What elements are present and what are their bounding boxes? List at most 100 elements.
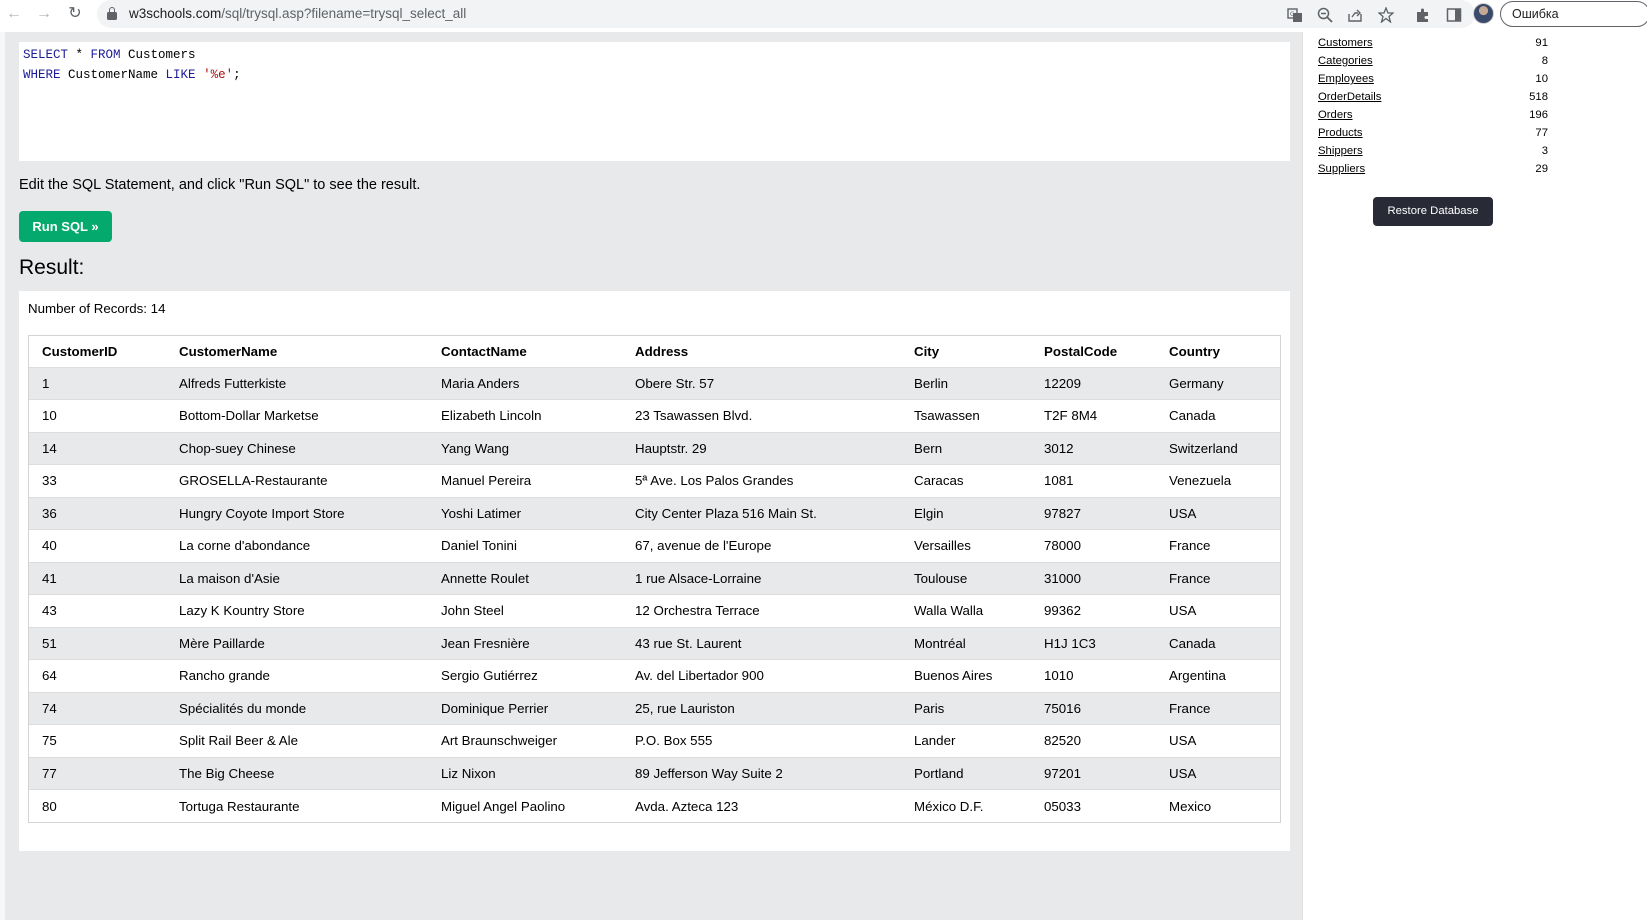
record-count-value: 10 bbox=[1535, 73, 1548, 85]
sidebar-item-shippers: Shippers 3 bbox=[1318, 144, 1548, 162]
url-domain: w3schools.com bbox=[129, 6, 222, 21]
translate-icon[interactable]: G bbox=[1284, 4, 1305, 25]
table-row: 75 Split Rail Beer & Ale Art Braunschweige… bbox=[29, 724, 1280, 757]
table-cell: 41 bbox=[29, 561, 166, 595]
table-cell: Sergio Gutiérrez bbox=[428, 659, 622, 692]
table-cell: 1081 bbox=[1031, 464, 1156, 497]
reload-icon[interactable]: ↻ bbox=[65, 4, 85, 24]
table-cell: Dominique Perrier bbox=[428, 691, 622, 725]
table-cell: 43 bbox=[29, 594, 166, 627]
table-row: 51 Mère Paillarde Jean Fresnière 43 rue St.… bbox=[29, 626, 1280, 660]
table-cell: Annette Roulet bbox=[428, 561, 622, 595]
profile-avatar[interactable] bbox=[1473, 3, 1494, 24]
table-cell: Rancho grande bbox=[166, 659, 428, 692]
table-cell: Paris bbox=[901, 691, 1031, 725]
table-cell: 80 bbox=[29, 789, 166, 822]
table-cell: The Big Cheese bbox=[166, 756, 428, 790]
browser-toolbar: ← → ↻ w3schools.com/sql/trysql.asp?filen… bbox=[0, 0, 1647, 28]
main-panel: SELECT * FROM Customers WHERE CustomerNa… bbox=[5, 32, 1302, 920]
table-row: 74 Spécialités du monde Dominique Perrier 2… bbox=[29, 691, 1280, 725]
table-cell: 25, rue Lauriston bbox=[622, 691, 901, 725]
table-cell: México D.F. bbox=[901, 789, 1031, 822]
table-cell: Argentina bbox=[1156, 659, 1280, 692]
profile-error-button[interactable]: Ошибка bbox=[1500, 1, 1647, 27]
lock-icon[interactable] bbox=[107, 7, 117, 20]
table-cell: 23 Tsawassen Blvd. bbox=[622, 399, 901, 432]
sidebar-item-orderdetails: OrderDetails 518 bbox=[1318, 90, 1548, 108]
table-cell: Montréal bbox=[901, 626, 1031, 660]
forward-arrow-icon[interactable]: → bbox=[34, 4, 54, 24]
table-cell: Art Braunschweiger bbox=[428, 724, 622, 757]
instruction-text: Edit the SQL Statement, and click "Run S… bbox=[19, 177, 421, 193]
table-cell: City Center Plaza 516 Main St. bbox=[622, 496, 901, 530]
table-cell: Spécialités du monde bbox=[166, 691, 428, 725]
table-name-link[interactable]: Products bbox=[1318, 127, 1363, 139]
sql-editor[interactable]: SELECT * FROM Customers WHERE CustomerNa… bbox=[19, 42, 1290, 161]
table-cell: Versailles bbox=[901, 529, 1031, 562]
table-cell: Toulouse bbox=[901, 561, 1031, 595]
svg-text:G: G bbox=[1290, 11, 1295, 18]
sql-code[interactable]: SELECT * FROM Customers WHERE CustomerNa… bbox=[23, 46, 241, 85]
table-cell: Alfreds Futterkiste bbox=[166, 366, 428, 400]
table-row: 33 GROSELLA-Restaurante Manuel Pereira 5ª A… bbox=[29, 464, 1280, 497]
table-name-link[interactable]: Suppliers bbox=[1318, 163, 1365, 175]
zoom-out-icon[interactable] bbox=[1314, 4, 1335, 25]
extensions-puzzle-icon[interactable] bbox=[1412, 4, 1433, 25]
table-cell: Chop-suey Chinese bbox=[166, 431, 428, 465]
column-header: CustomerID bbox=[42, 343, 118, 359]
table-cell: Mère Paillarde bbox=[166, 626, 428, 660]
share-icon[interactable] bbox=[1344, 4, 1365, 25]
table-cell: Mexico bbox=[1156, 789, 1280, 822]
table-cell: Yoshi Latimer bbox=[428, 496, 622, 530]
table-name-link[interactable]: OrderDetails bbox=[1318, 91, 1381, 103]
back-arrow-icon[interactable]: ← bbox=[4, 4, 24, 24]
bookmark-star-icon[interactable] bbox=[1375, 4, 1396, 25]
table-cell: Miguel Angel Paolino bbox=[428, 789, 622, 822]
sidebar-item-products: Products 77 bbox=[1318, 126, 1548, 144]
table-cell: Maria Anders bbox=[428, 366, 622, 400]
table-cell: USA bbox=[1156, 496, 1280, 530]
restore-database-button[interactable]: Restore Database bbox=[1373, 197, 1493, 226]
address-bar[interactable]: w3schools.com/sql/trysql.asp?filename=tr… bbox=[97, 0, 1475, 28]
sql-text: ; bbox=[233, 67, 241, 82]
table-cell: Walla Walla bbox=[901, 594, 1031, 627]
table-cell: 74 bbox=[29, 691, 166, 725]
result-heading: Result: bbox=[19, 256, 85, 279]
sidebar-item-categories: Categories 8 bbox=[1318, 54, 1548, 72]
table-cell: Bottom-Dollar Marketse bbox=[166, 399, 428, 432]
table-name-link[interactable]: Categories bbox=[1318, 55, 1373, 67]
table-cell: Hauptstr. 29 bbox=[622, 431, 901, 465]
table-row: 1 Alfreds Futterkiste Maria Anders Obere St… bbox=[29, 366, 1280, 400]
record-count-value: 29 bbox=[1535, 163, 1548, 175]
result-panel: Number of Records: 14 CustomerID Custome… bbox=[19, 291, 1290, 851]
column-header: Address bbox=[635, 343, 689, 359]
table-cell: France bbox=[1156, 561, 1280, 595]
url-path: /sql/trysql.asp?filename=trysql_select_a… bbox=[221, 6, 467, 21]
table-cell: 10 bbox=[29, 399, 166, 432]
run-sql-button[interactable]: Run SQL » bbox=[19, 211, 112, 242]
sql-string: '%e' bbox=[203, 67, 234, 82]
record-count-value: 91 bbox=[1535, 37, 1548, 49]
table-header-row: CustomerID CustomerName ContactName Addr… bbox=[29, 336, 1280, 367]
table-cell: Canada bbox=[1156, 399, 1280, 432]
table-cell: Elizabeth Lincoln bbox=[428, 399, 622, 432]
table-cell: 78000 bbox=[1031, 529, 1156, 562]
table-name-link[interactable]: Orders bbox=[1318, 109, 1353, 121]
sql-keyword: SELECT bbox=[23, 48, 69, 62]
table-cell: La maison d'Asie bbox=[166, 561, 428, 595]
table-cell: Tsawassen bbox=[901, 399, 1031, 432]
table-name-link[interactable]: Customers bbox=[1318, 37, 1373, 49]
table-cell: Av. del Libertador 900 bbox=[622, 659, 901, 692]
table-cell: 77 bbox=[29, 756, 166, 790]
table-cell: Lander bbox=[901, 724, 1031, 757]
table-cell: 33 bbox=[29, 464, 166, 497]
url-text[interactable]: w3schools.com/sql/trysql.asp?filename=tr… bbox=[129, 6, 466, 21]
table-name-link[interactable]: Shippers bbox=[1318, 145, 1363, 157]
table-name-link[interactable]: Employees bbox=[1318, 73, 1374, 85]
table-cell: USA bbox=[1156, 724, 1280, 757]
sql-text: * bbox=[68, 48, 91, 62]
table-cell: 14 bbox=[29, 431, 166, 465]
side-panel-icon[interactable] bbox=[1443, 4, 1464, 25]
table-cell: GROSELLA-Restaurante bbox=[166, 464, 428, 497]
